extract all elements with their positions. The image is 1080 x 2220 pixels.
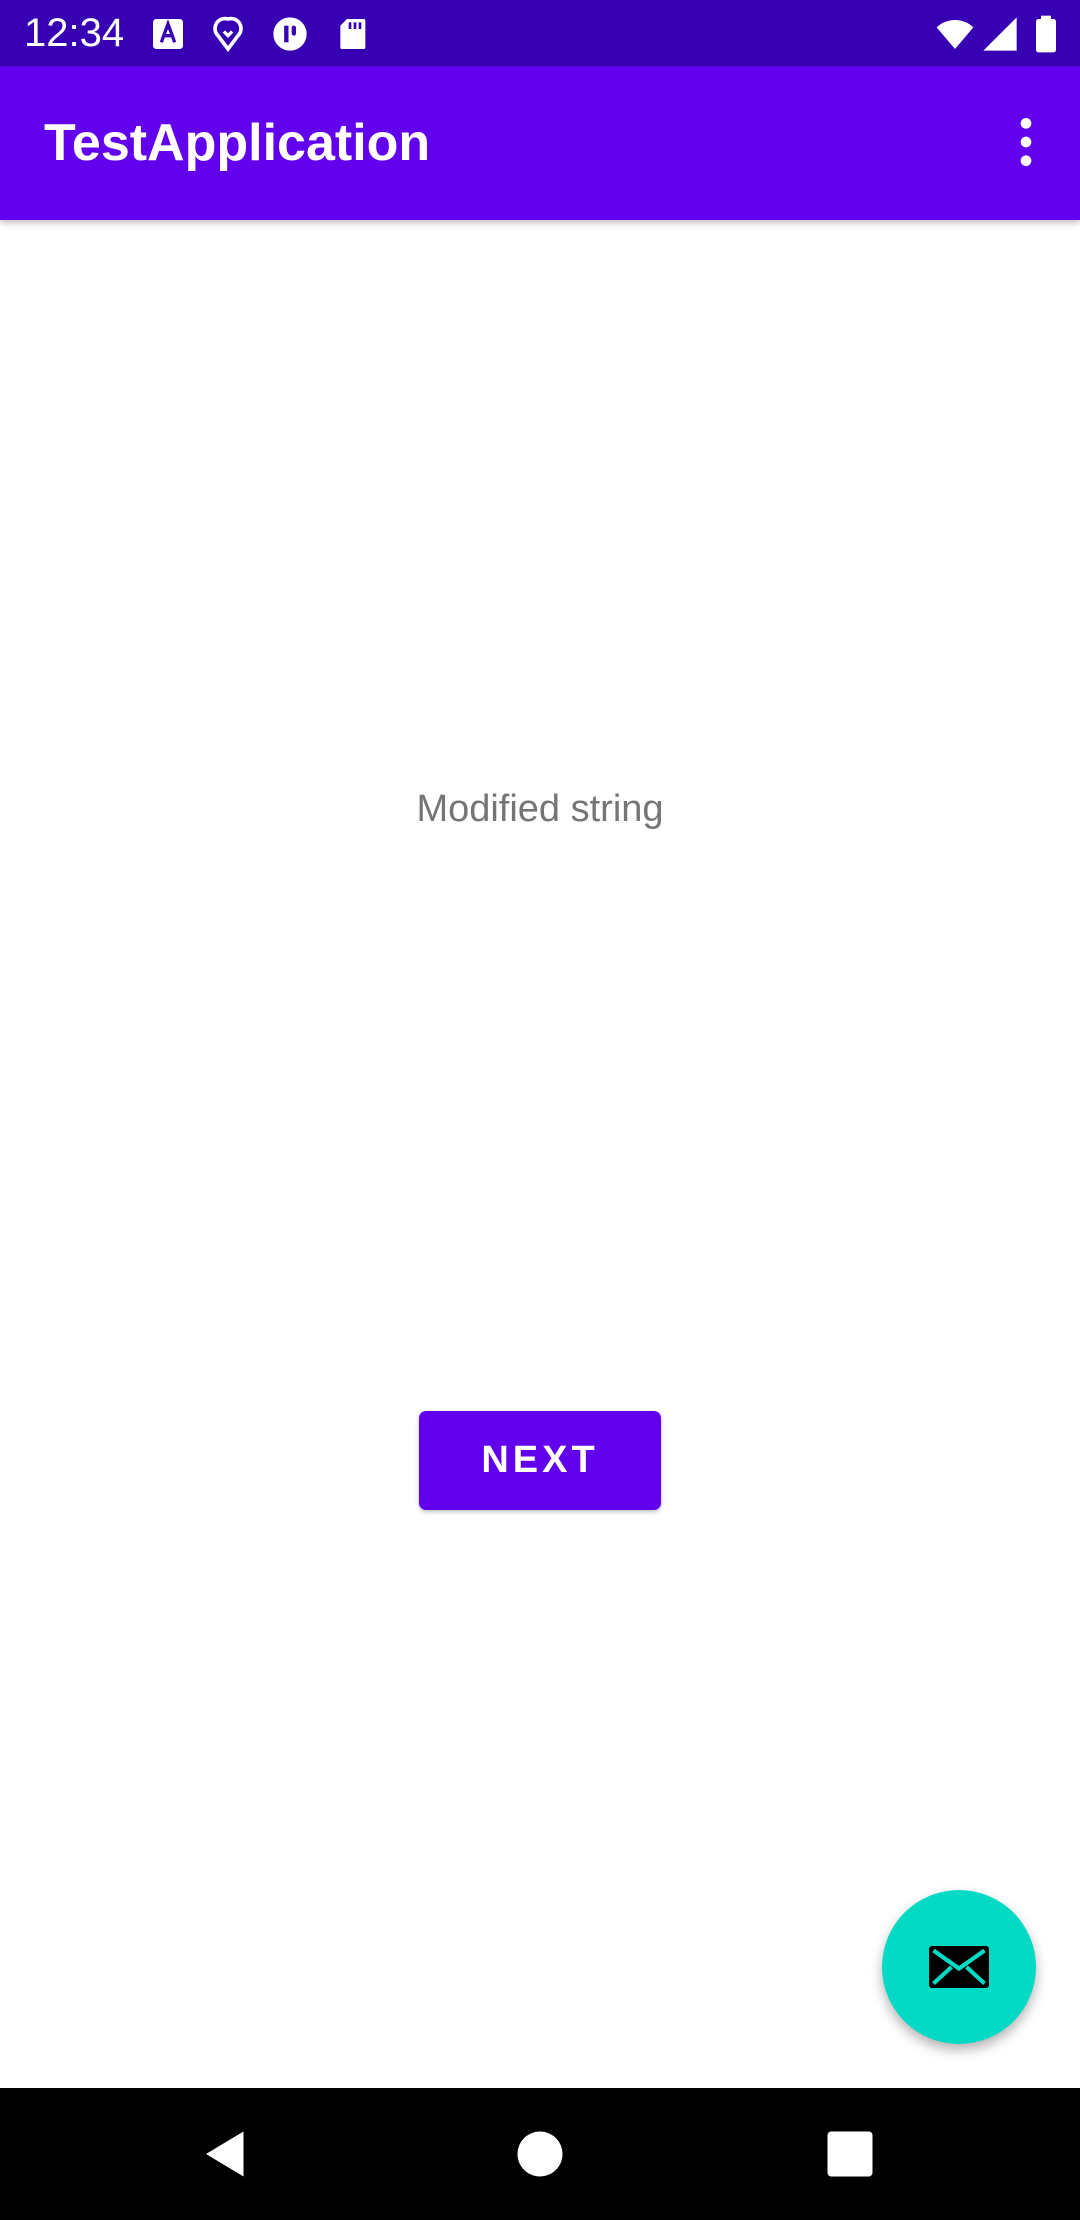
overflow-menu-button[interactable] bbox=[994, 110, 1058, 174]
sd-card-icon bbox=[332, 14, 372, 54]
recents-button[interactable] bbox=[820, 2124, 880, 2184]
home-button[interactable] bbox=[510, 2124, 570, 2184]
back-icon bbox=[206, 2131, 244, 2177]
home-icon bbox=[517, 2131, 563, 2177]
email-fab[interactable] bbox=[882, 1890, 1036, 2044]
app-title: TestApplication bbox=[44, 114, 431, 172]
navigation-bar bbox=[0, 2088, 1080, 2220]
next-button[interactable]: NEXT bbox=[419, 1411, 661, 1510]
center-text: Modified string bbox=[416, 788, 664, 830]
location-icon bbox=[208, 14, 248, 54]
screen: 12:34 TestApplication Modified string NE… bbox=[0, 0, 1080, 2220]
status-time: 12:34 bbox=[24, 11, 125, 55]
status-bar: 12:34 bbox=[0, 0, 1080, 66]
app-badge-icon bbox=[270, 14, 310, 54]
back-button[interactable] bbox=[196, 2124, 256, 2184]
cellular-signal-icon bbox=[980, 14, 1020, 54]
more-vert-icon bbox=[1020, 118, 1032, 166]
font-a-icon bbox=[148, 14, 188, 54]
email-icon bbox=[929, 1946, 989, 1988]
recents-icon bbox=[827, 2131, 873, 2177]
wifi-icon bbox=[935, 14, 975, 54]
app-bar: TestApplication bbox=[0, 66, 1080, 220]
battery-icon bbox=[1030, 14, 1062, 54]
